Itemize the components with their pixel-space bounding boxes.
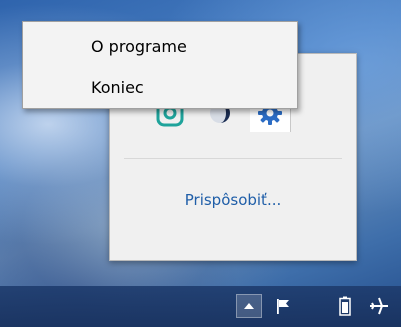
battery-button[interactable]	[332, 294, 358, 318]
airplane-mode-button[interactable]	[366, 294, 392, 318]
menu-item-exit[interactable]: Koniec	[57, 71, 293, 103]
battery-icon	[339, 296, 351, 316]
menu-item-about[interactable]: O programe	[57, 30, 293, 62]
chevron-up-icon	[244, 303, 254, 309]
customize-link[interactable]: Prispôsobiť...	[110, 191, 356, 209]
flyout-divider	[124, 158, 342, 159]
menu-icon-gutter	[23, 22, 53, 108]
action-center-button[interactable]	[270, 294, 296, 318]
taskbar	[0, 286, 401, 327]
flag-icon	[277, 299, 289, 314]
airplane-icon	[370, 297, 388, 315]
show-hidden-icons-button[interactable]	[236, 294, 262, 318]
context-menu: O programe Koniec	[22, 21, 298, 109]
